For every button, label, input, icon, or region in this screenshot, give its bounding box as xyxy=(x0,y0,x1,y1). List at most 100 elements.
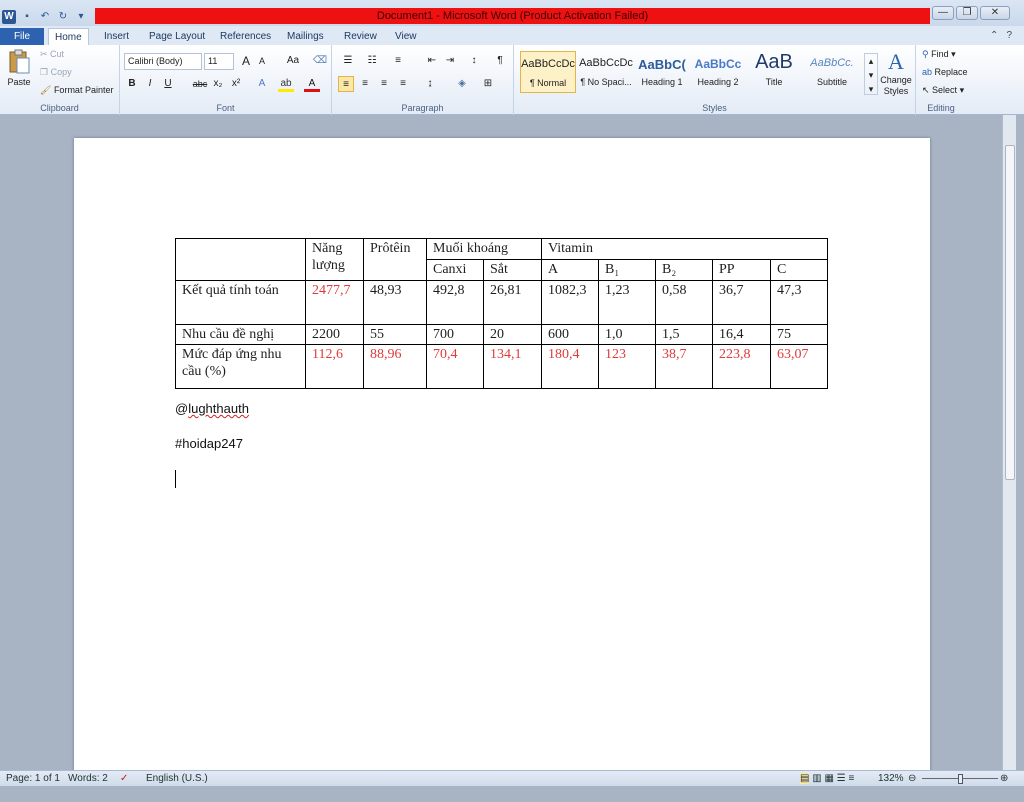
table-cell[interactable]: B₁ xyxy=(598,259,656,281)
style-heading-1[interactable]: AaBbC( Heading 1 xyxy=(634,51,690,93)
table-cell[interactable]: 55 xyxy=(363,324,427,345)
table-cell[interactable]: 16,4 xyxy=(712,324,771,345)
justify-icon[interactable]: ≡ xyxy=(395,76,411,92)
tab-file[interactable]: File xyxy=(0,28,44,46)
undo-icon[interactable]: ↶ xyxy=(38,10,52,24)
select-button[interactable]: ↖ Select ▾ xyxy=(922,85,964,96)
table-cell[interactable]: Prôtêin xyxy=(363,238,427,281)
table-cell[interactable] xyxy=(175,238,306,281)
decrease-indent-icon[interactable]: ⇤ xyxy=(424,53,440,69)
table-cell[interactable]: 700 xyxy=(426,324,484,345)
italic-button[interactable]: I xyxy=(142,76,158,92)
change-case-button[interactable]: Aa xyxy=(282,53,304,69)
page-count[interactable]: Page: 1 of 1 xyxy=(6,773,60,784)
word-count[interactable]: Words: 2 xyxy=(68,773,108,784)
table-cell[interactable]: 2200 xyxy=(305,324,364,345)
proofing-icon[interactable]: ✓ xyxy=(120,773,128,784)
font-name-select[interactable]: Calibri (Body) xyxy=(124,53,202,70)
table-cell[interactable]: 38,7 xyxy=(655,344,713,389)
close-button[interactable]: ✕ xyxy=(980,6,1010,20)
style-title[interactable]: AaB Title xyxy=(746,51,802,93)
print-layout-icon[interactable]: ▤ xyxy=(800,773,810,784)
underline-button[interactable]: U xyxy=(160,76,176,92)
help-icon[interactable]: ? xyxy=(1006,30,1012,41)
line-spacing-icon[interactable]: ↨ xyxy=(422,76,438,92)
align-center-icon[interactable]: ≡ xyxy=(357,76,373,92)
tab-page-layout[interactable]: Page Layout xyxy=(143,28,211,46)
mention-line[interactable]: @lughthauth xyxy=(175,401,249,416)
style-subtitle[interactable]: AaBbCc. Subtitle xyxy=(804,51,860,93)
table-cell[interactable]: Kết quả tính toán xyxy=(175,280,306,325)
web-layout-icon[interactable]: ▦ xyxy=(824,773,833,784)
tab-home[interactable]: Home xyxy=(48,28,89,46)
font-size-select[interactable]: 11 xyxy=(204,53,234,70)
table-cell[interactable]: 36,7 xyxy=(712,280,771,325)
multilevel-list-icon[interactable]: ≡ xyxy=(390,53,406,69)
scrollbar-thumb[interactable] xyxy=(1005,145,1015,480)
bold-button[interactable]: B xyxy=(124,76,140,92)
zoom-slider-thumb[interactable] xyxy=(958,774,963,784)
table-cell[interactable]: 1,23 xyxy=(598,280,656,325)
sort-icon[interactable]: ↕ xyxy=(466,53,482,69)
align-right-icon[interactable]: ≡ xyxy=(376,76,392,92)
numbering-icon[interactable]: ☷ xyxy=(364,53,380,69)
clear-formatting-icon[interactable]: ⌫ xyxy=(312,53,328,69)
table-cell[interactable]: B₂ xyxy=(655,259,713,281)
draft-icon[interactable]: ≡ xyxy=(848,773,854,784)
style-no-spacing[interactable]: AaBbCcDc ¶ No Spaci... xyxy=(578,51,634,93)
format-painter-button[interactable]: 🖌 Format Painter xyxy=(40,85,113,96)
table-cell[interactable]: 75 xyxy=(770,324,828,345)
document-page[interactable]: Năng lượng Prôtêin Muối khoáng Vitamin C… xyxy=(74,138,930,778)
table-cell[interactable]: 63,07 xyxy=(770,344,828,389)
table-cell[interactable]: 600 xyxy=(541,324,599,345)
table-cell[interactable]: PP xyxy=(712,259,771,281)
table-cell[interactable]: Mức đáp ứng nhu cầu (%) xyxy=(175,344,306,389)
table-cell[interactable]: Sắt xyxy=(483,259,542,281)
table-cell[interactable]: 1,5 xyxy=(655,324,713,345)
tab-view[interactable]: View xyxy=(389,28,423,46)
grow-font-button[interactable]: A xyxy=(238,53,254,69)
strikethrough-button[interactable]: abc xyxy=(190,76,210,92)
hashtag-line[interactable]: #hoidap247 xyxy=(175,436,243,451)
table-cell[interactable]: 2477,7 xyxy=(305,280,364,325)
table-cell[interactable]: C xyxy=(770,259,828,281)
restore-button[interactable]: ❐ xyxy=(956,6,978,20)
increase-indent-icon[interactable]: ⇥ xyxy=(442,53,458,69)
table-cell[interactable]: Năng lượng xyxy=(305,238,364,281)
minimize-ribbon-icon[interactable]: ⌃ xyxy=(990,30,998,41)
align-left-icon[interactable]: ≡ xyxy=(338,76,354,92)
change-styles-button[interactable]: A Change Styles xyxy=(878,49,914,97)
table-cell[interactable]: 26,81 xyxy=(483,280,542,325)
shrink-font-button[interactable]: A xyxy=(254,53,270,69)
table-cell[interactable]: 70,4 xyxy=(426,344,484,389)
zoom-out-icon[interactable]: ⊖ xyxy=(908,773,916,784)
find-button[interactable]: ⚲ Find ▾ xyxy=(922,49,956,60)
subscript-button[interactable]: x₂ xyxy=(210,76,226,92)
table-cell[interactable]: 48,93 xyxy=(363,280,427,325)
zoom-in-icon[interactable]: ⊕ xyxy=(1000,773,1008,784)
highlight-icon[interactable]: ab xyxy=(278,76,294,92)
table-cell[interactable]: 123 xyxy=(598,344,656,389)
cut-button[interactable]: ✂ Cut xyxy=(40,49,64,60)
tab-mailings[interactable]: Mailings xyxy=(281,28,330,46)
font-color-icon[interactable]: A xyxy=(304,76,320,92)
word-logo-icon[interactable]: W xyxy=(2,10,16,24)
bullets-icon[interactable]: ☰ xyxy=(340,53,356,69)
style-heading-2[interactable]: AaBbCc Heading 2 xyxy=(690,51,746,93)
paste-button[interactable]: Paste xyxy=(4,49,34,87)
table-cell[interactable]: 47,3 xyxy=(770,280,828,325)
table-cell[interactable]: A xyxy=(541,259,599,281)
table-cell[interactable]: Canxi xyxy=(426,259,484,281)
replace-button[interactable]: ab Replace xyxy=(922,67,968,77)
table-cell[interactable]: Muối khoáng xyxy=(426,238,542,260)
table-cell[interactable]: 1,0 xyxy=(598,324,656,345)
full-screen-icon[interactable]: ▥ xyxy=(812,773,821,784)
tab-references[interactable]: References xyxy=(214,28,277,46)
save-icon[interactable]: ▪ xyxy=(20,10,34,24)
table-cell[interactable]: 223,8 xyxy=(712,344,771,389)
table-cell[interactable]: 112,6 xyxy=(305,344,364,389)
table-cell[interactable]: 0,58 xyxy=(655,280,713,325)
table-cell[interactable]: Vitamin xyxy=(541,238,828,260)
customize-qat-icon[interactable]: ▾ xyxy=(74,10,88,24)
misspelled-word[interactable]: lughthauth xyxy=(188,401,249,416)
